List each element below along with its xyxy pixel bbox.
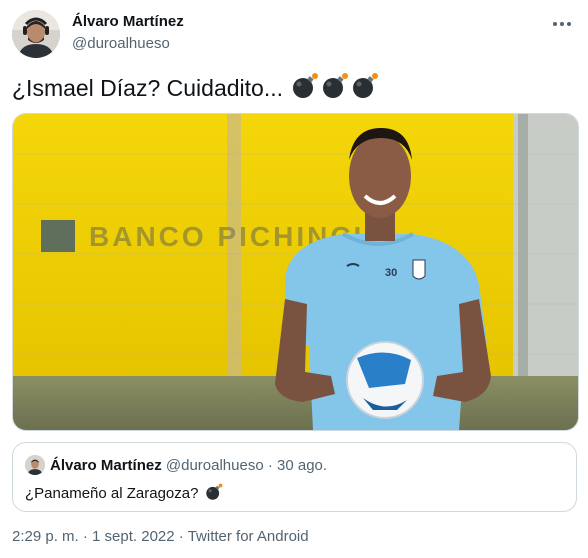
bomb-icon <box>351 72 379 108</box>
author-handle[interactable]: @duroalhueso <box>72 35 170 52</box>
author-avatar[interactable] <box>12 10 60 58</box>
author-name[interactable]: Álvaro Martínez <box>72 13 184 30</box>
tweet-source[interactable]: Twitter for Android <box>188 528 309 545</box>
player-photo: BANCO PICHINCHA 30 <box>13 114 578 430</box>
footer-separator: · <box>82 528 88 545</box>
bomb-icon <box>205 483 223 505</box>
quoted-author-avatar <box>25 455 45 475</box>
avatar-photo <box>12 10 60 58</box>
tweet-date[interactable]: 1 sept. 2022 <box>92 528 175 545</box>
tweet-text-content: ¿Ismael Díaz? Cuidadito... <box>12 75 284 101</box>
tweet-text: ¿Ismael Díaz? Cuidadito... <box>12 72 379 108</box>
more-options-icon[interactable] <box>550 14 574 34</box>
tweet-footer: 2:29 p. m. · 1 sept. 2022 · Twitter for … <box>12 528 309 545</box>
quoted-text: ¿Panameño al Zaragoza? <box>25 483 223 505</box>
bomb-icon <box>291 72 319 108</box>
tweet-time[interactable]: 2:29 p. m. <box>12 528 79 545</box>
quoted-tweet[interactable]: Álvaro Martínez @duroalhueso · 30 ago. ¿… <box>12 442 577 512</box>
quoted-meta: Álvaro Martínez @duroalhueso · 30 ago. <box>50 457 327 474</box>
footer-separator: · <box>178 528 184 545</box>
photo-jersey-number: 30 <box>385 267 397 279</box>
bomb-icon <box>321 72 349 108</box>
quoted-author-handle: @duroalhueso <box>165 457 264 474</box>
quoted-author-name: Álvaro Martínez <box>50 457 162 474</box>
quoted-separator: · <box>267 457 273 474</box>
tweet-header: Álvaro Martínez @duroalhueso <box>12 10 576 60</box>
quoted-text-content: ¿Panameño al Zaragoza? <box>25 485 199 502</box>
quoted-date: 30 ago. <box>277 457 328 474</box>
tweet-photo[interactable]: BANCO PICHINCHA 30 <box>12 113 579 431</box>
